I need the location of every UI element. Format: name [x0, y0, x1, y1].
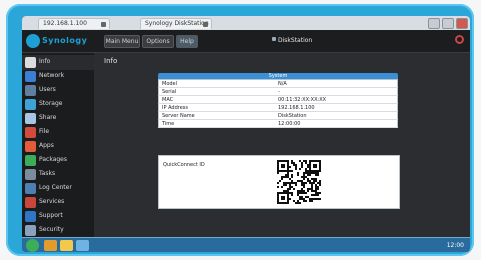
start-button[interactable]: [26, 239, 39, 252]
sidebar-item-services[interactable]: Services: [22, 195, 94, 210]
server-icon: [272, 37, 276, 41]
main-content: Info System Model N/A Serial - MAC 00:11:32:X…: [94, 53, 470, 237]
qr-code-icon: [277, 160, 321, 204]
minimize-button[interactable]: [428, 18, 440, 29]
sidebar-item-label: Info: [39, 58, 51, 65]
share-icon: [25, 113, 36, 124]
table-row: Time 12:00:00: [158, 119, 398, 128]
sidebar-item-label: Packages: [39, 156, 67, 163]
browser-tab-bar: 192.168.1.100 Synology DiskStation: [22, 16, 470, 31]
sidebar-item-file[interactable]: File: [22, 125, 94, 140]
sidebar-item-support[interactable]: Support: [22, 209, 94, 224]
storage-icon: [25, 99, 36, 110]
row-key: Server Name: [158, 111, 275, 120]
sidebar-item-log-center[interactable]: Log Center: [22, 181, 94, 196]
header-button-help[interactable]: Help: [176, 35, 198, 48]
app-window: 192.168.1.100 Synology DiskStation Synol…: [22, 16, 470, 252]
table-row: Model N/A: [158, 79, 398, 88]
row-value: 00:11:32:XX:XX:XX: [275, 95, 398, 104]
network-icon: [25, 71, 36, 82]
close-icon[interactable]: [101, 22, 106, 27]
file-icon: [25, 127, 36, 138]
packages-icon: [25, 155, 36, 166]
browser-tab-label: 192.168.1.100: [43, 20, 87, 27]
logo-icon: [26, 34, 40, 48]
hostname: DiskStation: [278, 37, 313, 44]
sidebar-item-label: Share: [39, 114, 57, 121]
sidebar-item-label: Storage: [39, 100, 63, 107]
sidebar-item-label: Tasks: [39, 170, 56, 177]
header-button-main-menu[interactable]: Main Menu: [104, 35, 140, 48]
clock: 12:00: [446, 242, 464, 249]
window-controls: [428, 18, 468, 29]
header-button-options[interactable]: Options: [142, 35, 174, 48]
info-icon: [25, 57, 36, 68]
sidebar-item-label: Services: [39, 198, 65, 205]
sidebar-item-label: Apps: [39, 142, 54, 149]
browser-tab[interactable]: 192.168.1.100: [38, 18, 110, 29]
browser-taskbar-icon[interactable]: [44, 240, 57, 251]
row-key: MAC: [158, 95, 275, 104]
taskbar: 12:00: [22, 237, 470, 252]
app-header: Synology Main Menu Options Help DiskStat…: [22, 30, 470, 53]
sidebar-item-label: Network: [39, 72, 65, 79]
table-row: IP Address 192.168.1.100: [158, 103, 398, 112]
info-table: Model N/A Serial - MAC 00:11:32:XX:XX:XX IP Ad…: [158, 79, 398, 128]
services-icon: [25, 197, 36, 208]
maximize-button[interactable]: [442, 18, 454, 29]
row-key: Model: [158, 79, 275, 88]
sidebar-item-label: Users: [39, 86, 56, 93]
device-frame: 192.168.1.100 Synology DiskStation Synol…: [6, 4, 474, 256]
row-key: IP Address: [158, 103, 275, 112]
row-value: DiskStation: [275, 111, 398, 120]
sidebar-item-security[interactable]: Security: [22, 223, 94, 238]
app-taskbar-icon[interactable]: [76, 240, 89, 251]
table-row: Serial -: [158, 87, 398, 96]
row-value: 192.168.1.100: [275, 103, 398, 112]
close-icon[interactable]: [203, 22, 208, 27]
row-value: -: [275, 87, 398, 96]
tasks-icon: [25, 169, 36, 180]
support-icon: [25, 211, 36, 222]
logo-text: Synology: [42, 36, 88, 45]
row-value: N/A: [275, 79, 398, 88]
sidebar-item-label: Support: [39, 212, 63, 219]
browser-tab-label: Synology DiskStation: [145, 20, 209, 27]
users-icon: [25, 85, 36, 96]
sidebar-item-info[interactable]: Info: [22, 55, 94, 70]
sidebar-item-label: Log Center: [39, 184, 72, 191]
sidebar-item-packages[interactable]: Packages: [22, 153, 94, 168]
sidebar-item-tasks[interactable]: Tasks: [22, 167, 94, 182]
folder-taskbar-icon[interactable]: [60, 240, 73, 251]
qr-panel: QuickConnect ID: [158, 155, 400, 209]
log-center-icon: [25, 183, 36, 194]
table-row: MAC 00:11:32:XX:XX:XX: [158, 95, 398, 104]
sidebar-item-users[interactable]: Users: [22, 83, 94, 98]
sidebar-item-share[interactable]: Share: [22, 111, 94, 126]
browser-tab[interactable]: Synology DiskStation: [140, 18, 212, 29]
row-value: 12:00:00: [275, 119, 398, 128]
row-key: Serial: [158, 87, 275, 96]
apps-icon: [25, 141, 36, 152]
security-icon: [25, 225, 36, 236]
power-icon[interactable]: [455, 35, 464, 44]
sidebar-item-label: Security: [39, 226, 64, 233]
table-row: Server Name DiskStation: [158, 111, 398, 120]
page-title: Info: [104, 57, 118, 65]
close-button[interactable]: [456, 18, 468, 29]
sidebar-item-label: File: [39, 128, 50, 135]
row-key: Time: [158, 119, 275, 128]
sidebar-item-storage[interactable]: Storage: [22, 97, 94, 112]
app-logo: Synology: [26, 34, 87, 48]
sidebar-item-apps[interactable]: Apps: [22, 139, 94, 154]
qr-label: QuickConnect ID: [163, 162, 205, 168]
sidebar: Info Network Users Storage Share File Apps Pack…: [22, 53, 94, 237]
sidebar-item-network[interactable]: Network: [22, 69, 94, 84]
